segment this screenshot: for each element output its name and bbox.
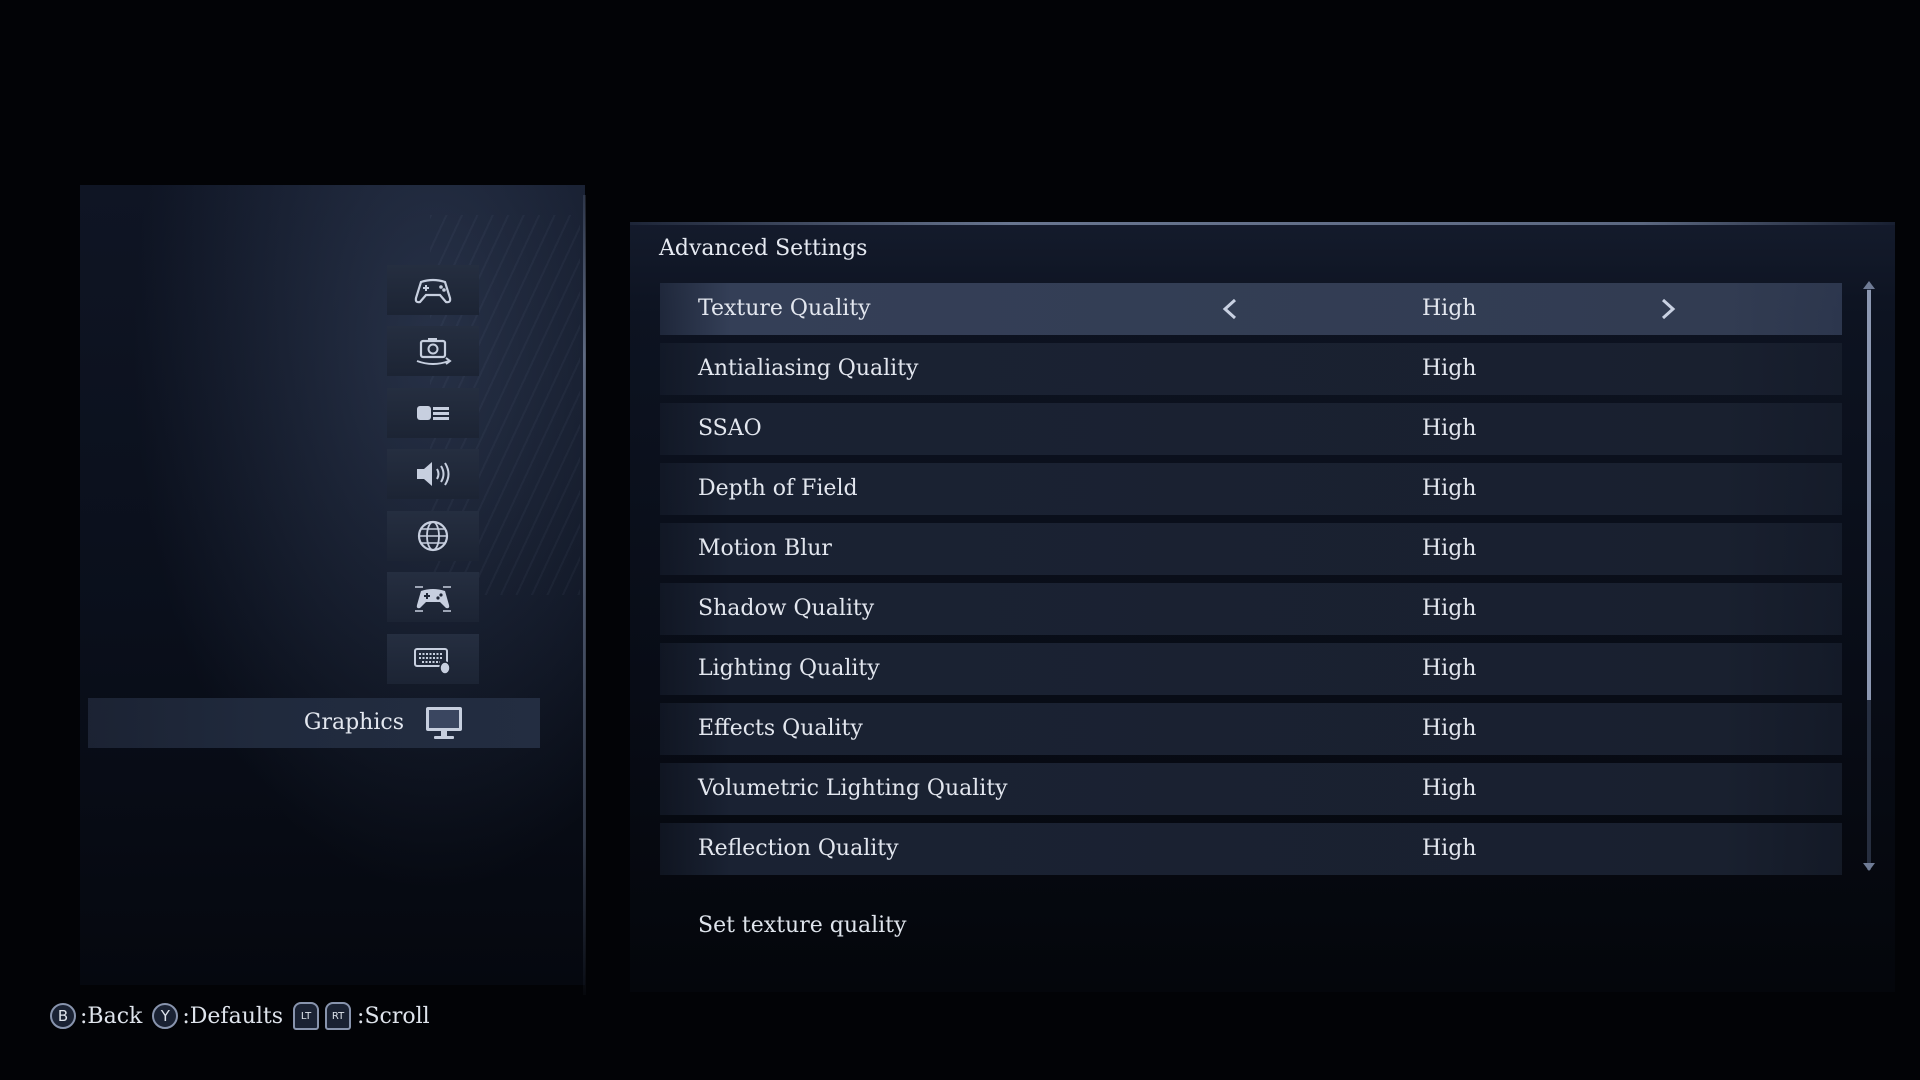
setting-value: High bbox=[1422, 296, 1477, 321]
setting-label: Lighting Quality bbox=[698, 656, 880, 681]
category-camera[interactable] bbox=[387, 326, 479, 376]
chevron-right-icon[interactable] bbox=[1656, 297, 1680, 321]
setting-label: Depth of Field bbox=[698, 476, 858, 501]
rt-button-icon: RT bbox=[325, 1002, 352, 1030]
section-title: Advanced Settings bbox=[659, 236, 868, 261]
setting-value: High bbox=[1422, 836, 1477, 861]
setting-row[interactable]: Motion Blur High bbox=[660, 523, 1842, 575]
setting-label: Texture Quality bbox=[698, 296, 871, 321]
panel-top-border bbox=[630, 222, 1895, 225]
setting-value: High bbox=[1422, 596, 1477, 621]
panel-divider bbox=[583, 195, 586, 995]
camera-icon bbox=[416, 338, 452, 365]
setting-row[interactable]: Shadow Quality High bbox=[660, 583, 1842, 635]
setting-label: SSAO bbox=[698, 416, 762, 441]
setting-row[interactable]: Depth of Field High bbox=[660, 463, 1842, 515]
setting-row[interactable]: SSAO High bbox=[660, 403, 1842, 455]
setting-description: Set texture quality bbox=[698, 913, 907, 938]
defaults-hint[interactable]: Y :Defaults bbox=[152, 1003, 283, 1029]
setting-value: High bbox=[1422, 356, 1477, 381]
lt-button-icon: LT bbox=[293, 1002, 320, 1030]
back-hint[interactable]: B :Back bbox=[50, 1003, 142, 1029]
y-button-icon: Y bbox=[152, 1003, 179, 1029]
setting-value: High bbox=[1422, 656, 1477, 681]
category-controller-mapping[interactable] bbox=[387, 572, 479, 622]
category-audio[interactable] bbox=[387, 449, 479, 499]
category-graphics[interactable]: Graphics bbox=[88, 698, 540, 748]
category-display[interactable] bbox=[387, 388, 479, 438]
setting-label: Antialiasing Quality bbox=[698, 356, 919, 381]
controller-mapping-icon bbox=[415, 586, 451, 612]
setting-value: High bbox=[1422, 536, 1477, 561]
scroll-down-icon[interactable] bbox=[1862, 862, 1876, 872]
setting-label: Shadow Quality bbox=[698, 596, 875, 621]
setting-row[interactable]: Lighting Quality High bbox=[660, 643, 1842, 695]
keyboard-mouse-icon bbox=[414, 648, 451, 675]
settings-screen: Graphics Advanced Settings Texture Quali… bbox=[0, 0, 1920, 1080]
button-hints: B :Back Y :Defaults LT RT :Scroll bbox=[50, 1000, 440, 1032]
defaults-hint-label: :Defaults bbox=[182, 1003, 284, 1029]
category-controls[interactable] bbox=[387, 265, 479, 315]
scroll-hint-label: :Scroll bbox=[357, 1003, 430, 1029]
setting-value: High bbox=[1422, 776, 1477, 801]
monitor-icon bbox=[426, 707, 462, 739]
scroll-up-icon[interactable] bbox=[1862, 280, 1876, 290]
setting-value: High bbox=[1422, 476, 1477, 501]
chevron-left-icon[interactable] bbox=[1218, 297, 1242, 321]
setting-label: Reflection Quality bbox=[698, 836, 899, 861]
setting-row[interactable]: Volumetric Lighting Quality High bbox=[660, 763, 1842, 815]
setting-value: High bbox=[1422, 416, 1477, 441]
speaker-icon bbox=[417, 462, 450, 486]
setting-row[interactable]: Antialiasing Quality High bbox=[660, 343, 1842, 395]
category-graphics-label: Graphics bbox=[303, 710, 404, 735]
category-language[interactable] bbox=[387, 511, 479, 561]
display-layout-icon bbox=[417, 406, 449, 420]
setting-row[interactable]: Reflection Quality High bbox=[660, 823, 1842, 875]
scrollbar-thumb[interactable] bbox=[1867, 290, 1871, 700]
setting-row[interactable]: Texture Quality High bbox=[660, 283, 1842, 335]
setting-value: High bbox=[1422, 716, 1477, 741]
setting-label: Volumetric Lighting Quality bbox=[698, 776, 1008, 801]
setting-row[interactable]: Effects Quality High bbox=[660, 703, 1842, 755]
setting-label: Motion Blur bbox=[698, 536, 832, 561]
setting-label: Effects Quality bbox=[698, 716, 863, 741]
back-hint-label: :Back bbox=[80, 1003, 143, 1029]
b-button-icon: B bbox=[50, 1003, 76, 1029]
scroll-hint[interactable]: LT RT :Scroll bbox=[293, 1002, 430, 1030]
category-keyboard[interactable] bbox=[387, 634, 479, 684]
gamepad-icon bbox=[414, 278, 452, 304]
globe-icon bbox=[417, 520, 449, 552]
